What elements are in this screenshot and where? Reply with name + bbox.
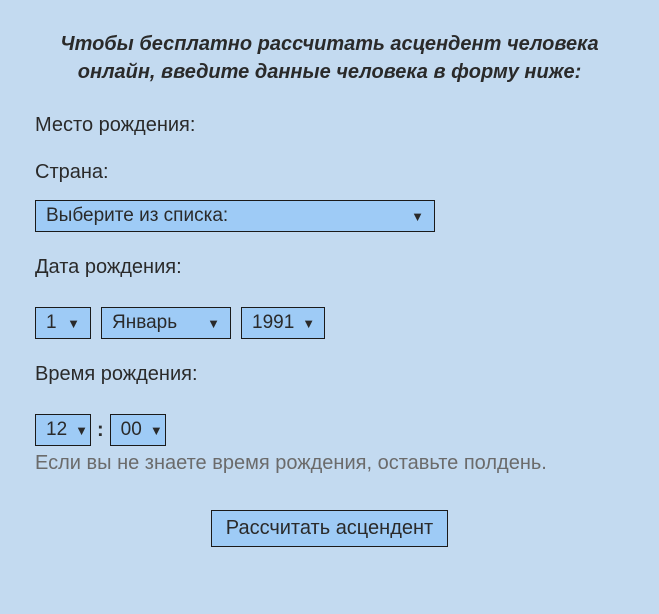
calculate-button[interactable]: Рассчитать асцендент <box>211 510 448 547</box>
minute-select[interactable]: 00 ▼ <box>110 414 166 446</box>
minute-select-value: 00 <box>121 419 142 441</box>
month-select-value: Январь <box>112 312 177 334</box>
day-select-value: 1 <box>46 312 57 334</box>
time-hint: Если вы не знаете время рождения, оставь… <box>35 450 624 476</box>
hour-select[interactable]: 12 ▼ <box>35 414 91 446</box>
chevron-down-icon: ▼ <box>67 316 80 331</box>
month-select[interactable]: Январь ▼ <box>101 307 231 339</box>
chevron-down-icon: ▼ <box>150 423 163 438</box>
birthtime-label: Время рождения: <box>35 363 624 386</box>
year-select-value: 1991 <box>252 312 294 334</box>
day-select[interactable]: 1 ▼ <box>35 307 91 339</box>
year-select[interactable]: 1991 ▼ <box>241 307 325 339</box>
chevron-down-icon: ▼ <box>302 316 315 331</box>
submit-row: Рассчитать асцендент <box>35 510 624 547</box>
chevron-down-icon: ▼ <box>75 423 88 438</box>
date-row: 1 ▼ Январь ▼ 1991 ▼ <box>35 307 624 339</box>
hour-select-value: 12 <box>46 419 67 441</box>
birthplace-label: Место рождения: <box>35 114 624 137</box>
country-select[interactable]: Выберите из списка: ▼ <box>35 200 435 232</box>
time-row: 12 ▼ : 00 ▼ <box>35 414 624 446</box>
intro-text: Чтобы бесплатно рассчитать асцендент чел… <box>35 30 624 86</box>
time-separator: : <box>97 419 104 442</box>
country-select-value: Выберите из списка: <box>46 205 228 227</box>
chevron-down-icon: ▼ <box>411 209 424 224</box>
chevron-down-icon: ▼ <box>207 316 220 331</box>
country-label: Страна: <box>35 161 624 184</box>
birthdate-label: Дата рождения: <box>35 256 624 279</box>
